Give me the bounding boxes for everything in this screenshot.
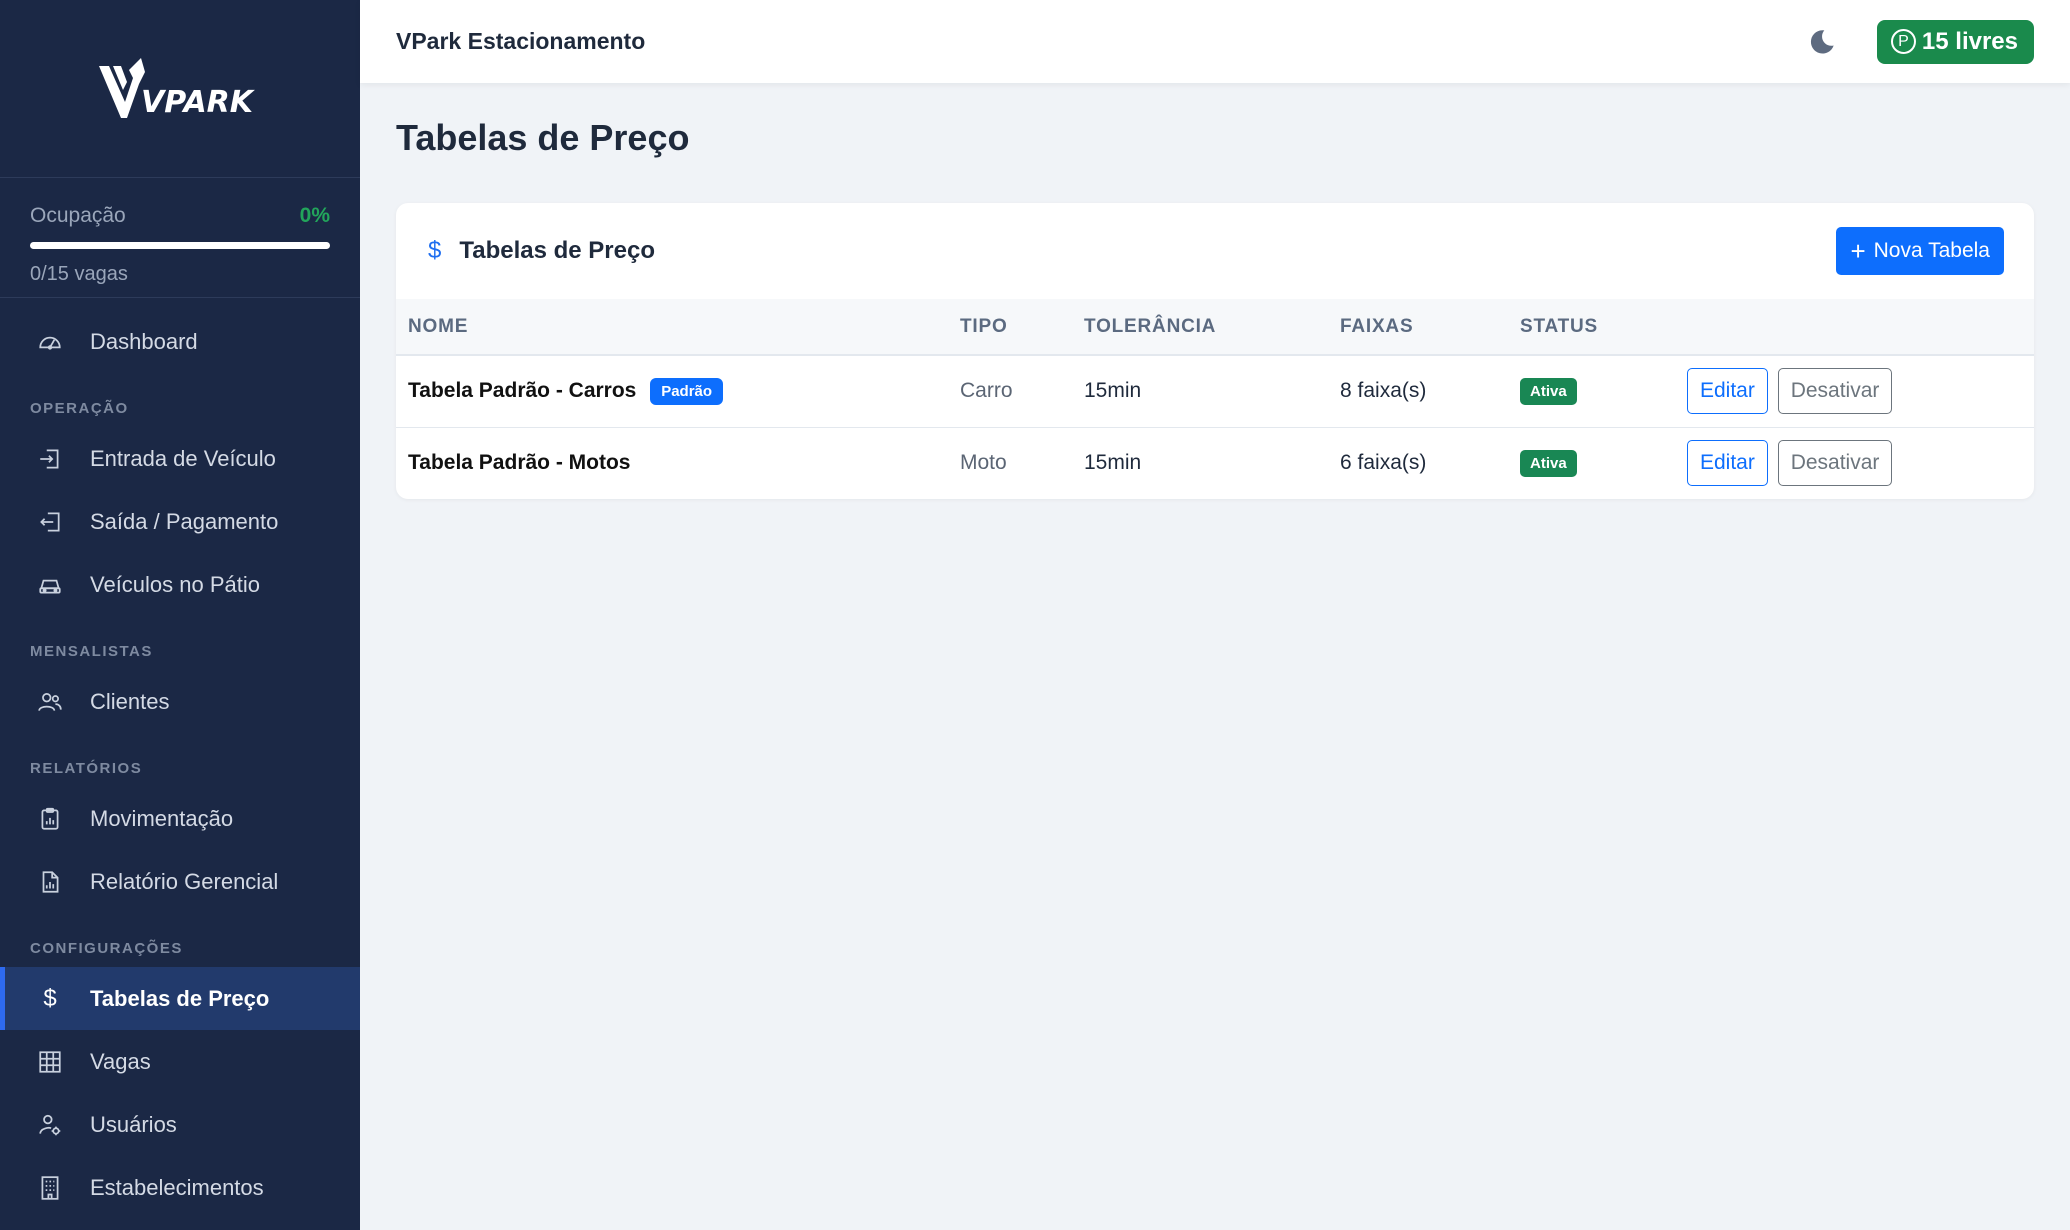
row-faixas: 6 faixa(s) [1340,451,1427,475]
new-table-button[interactable]: + Nova Tabela [1836,227,2004,275]
svg-text:VPARK: VPARK [141,85,256,120]
top-bar: VPark Estacionamento P 15 livres [360,0,2070,83]
price-tables-table: NOME TIPO TOLERÂNCIA FAIXAS STATUS Tabel… [396,299,2034,499]
row-actions: Editar Desativar [1675,355,2034,428]
sidebar-nav: Dashboard OPERAÇÃO Entrada de Veículo Sa… [0,298,360,1219]
brand-title: VPark Estacionamento [396,28,646,54]
box-arrow-out-icon [36,508,64,536]
row-name: Tabela Padrão - Motos [408,451,631,475]
speedometer-icon [36,328,64,356]
sidebar-item-label: Tabelas de Preço [90,985,270,1011]
clipboard-chart-icon [36,805,64,833]
vpark-logo[interactable]: VPARK [0,0,360,178]
sidebar-item-estabelecimentos[interactable]: Estabelecimentos [0,1156,360,1219]
card-title: Tabelas de Preço [459,237,656,264]
status-badge: Ativa [1520,377,1577,405]
col-actions [1675,299,2034,356]
row-status-cell: Ativa [1508,355,1675,428]
row-name: Tabela Padrão - Carros [408,378,637,402]
row-name-cell: Tabela Padrão - Motos [396,427,948,499]
dollar-icon: $ [43,984,57,1012]
sidebar: VPARK Ocupação 0% 0/15 vagas Dashboard O… [0,0,360,1230]
sidebar-item-label: Estabelecimentos [90,1174,264,1200]
moon-icon[interactable] [1805,25,1839,59]
people-icon [36,688,64,716]
table-header-row: NOME TIPO TOLERÂNCIA FAIXAS STATUS [396,299,2034,356]
plus-icon: + [1850,236,1866,266]
sidebar-item-usuarios[interactable]: Usuários [0,1093,360,1156]
sidebar-item-tabelas[interactable]: $ Tabelas de Preço [0,967,360,1030]
row-tipo: Carro [948,355,1072,428]
page-title: Tabelas de Preço [396,117,690,158]
dollar-icon: $ [428,237,442,264]
sidebar-item-movimentacao[interactable]: Movimentação [0,787,360,850]
occupancy-label: Ocupação [30,204,126,227]
sidebar-item-relatorio[interactable]: Relatório Gerencial [0,850,360,913]
occupancy-panel: Ocupação 0% 0/15 vagas [0,178,360,298]
row-status-cell: Ativa [1508,427,1675,499]
free-spots-label: 15 livres [1921,27,2018,55]
parking-icon: P [1890,29,1916,54]
section-mensalistas: MENSALISTAS [30,643,153,660]
col-status[interactable]: STATUS [1508,299,1675,356]
main-content: Tabelas de Preço $ Tabelas de Preço + No… [396,83,2034,499]
deactivate-button[interactable]: Desativar [1777,368,1893,415]
row-tolerancia: 15min [1072,355,1328,428]
box-arrow-in-icon [36,445,64,473]
col-tipo[interactable]: TIPO [948,299,1072,356]
car-icon [36,571,64,599]
table-row: Tabela Padrão - Motos Moto 15min 6 faixa… [396,427,2034,499]
occupancy-spots: 0/15 vagas [30,263,128,285]
sidebar-item-label: Clientes [90,688,170,714]
occupancy-progress-bar [30,242,330,249]
row-actions: Editar Desativar [1675,427,2034,499]
section-operacao: OPERAÇÃO [30,400,129,417]
file-chart-icon [36,868,64,896]
new-table-label: Nova Tabela [1873,239,1990,262]
person-gear-icon [36,1111,64,1139]
table-row: Tabela Padrão - Carros Padrão Carro 15mi… [396,355,2034,428]
sidebar-item-label: Vagas [90,1048,151,1074]
row-faixas: 8 faixa(s) [1328,355,1508,428]
sidebar-item-label: Entrada de Veículo [90,445,276,471]
sidebar-item-dashboard[interactable]: Dashboard [0,310,360,373]
sidebar-item-label: Usuários [90,1111,177,1137]
deactivate-button[interactable]: Desativar [1777,440,1893,487]
building-icon [36,1174,64,1202]
edit-button[interactable]: Editar [1687,368,1768,415]
free-spots-badge: P 15 livres [1876,19,2034,64]
section-configuracoes: CONFIGURAÇÕES [30,940,183,957]
row-tipo: Moto [960,451,1007,475]
sidebar-item-label: Saída / Pagamento [90,508,279,534]
grid-icon [36,1048,64,1076]
sidebar-item-label: Relatório Gerencial [90,868,279,894]
col-tolerancia[interactable]: TOLERÂNCIA [1072,299,1328,356]
sidebar-item-clientes[interactable]: Clientes [0,670,360,733]
sidebar-item-label: Dashboard [90,328,198,354]
edit-button[interactable]: Editar [1687,440,1768,487]
price-tables-card: $ Tabelas de Preço + Nova Tabela NOME TI… [396,203,2034,499]
sidebar-item-label: Movimentação [90,805,234,831]
row-tolerancia: 15min [1084,451,1142,475]
sidebar-item-entrada[interactable]: Entrada de Veículo [0,427,360,490]
occupancy-percent: 0% [299,204,330,227]
status-badge: Ativa [1520,449,1577,477]
default-badge: Padrão [650,377,724,405]
row-name-cell: Tabela Padrão - Carros Padrão [396,355,948,428]
vpark-logo-icon: VPARK [99,57,256,120]
sidebar-item-veiculos[interactable]: Veículos no Pátio [0,553,360,616]
sidebar-item-vagas[interactable]: Vagas [0,1030,360,1093]
col-nome[interactable]: NOME [396,299,948,356]
sidebar-item-saida[interactable]: Saída / Pagamento [0,490,360,553]
card-header: $ Tabelas de Preço + Nova Tabela [396,203,2034,299]
section-relatorios: RELATÓRIOS [30,760,143,777]
sidebar-item-label: Veículos no Pátio [90,571,261,597]
col-faixas[interactable]: FAIXAS [1328,299,1508,356]
